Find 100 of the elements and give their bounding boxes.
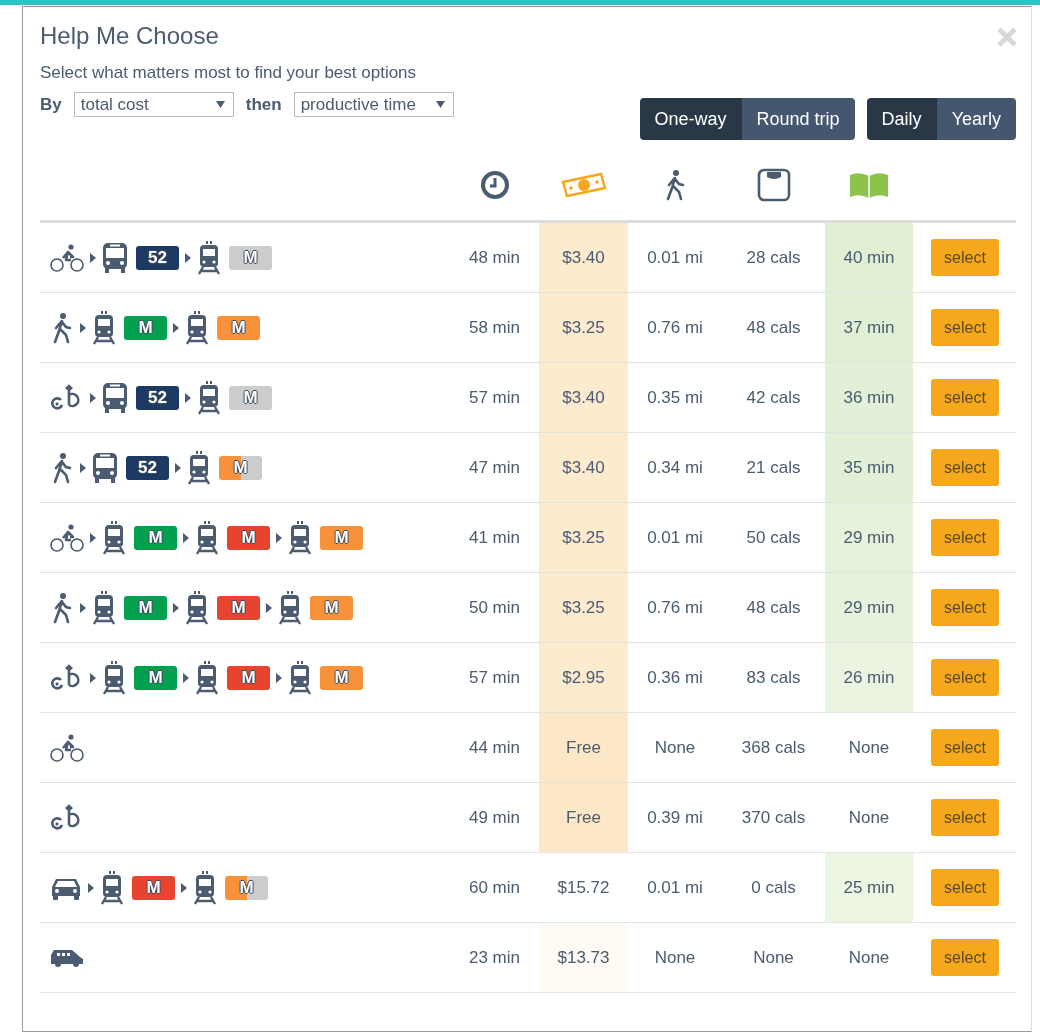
walk-distance-cell-text: 0.01 mi — [646, 246, 704, 269]
arrow-icon — [90, 672, 96, 683]
arrow-icon — [173, 602, 179, 613]
train-icon — [102, 660, 126, 695]
productive-time-cell: 26 min — [825, 643, 913, 712]
line-label: M — [333, 666, 350, 689]
line-label: M — [147, 526, 164, 549]
walk-distance-cell-text: 0.39 mi — [646, 806, 704, 829]
line-label: M — [145, 876, 162, 899]
arrow-icon — [266, 602, 272, 613]
cost-cell: Free — [539, 713, 628, 782]
select-button[interactable]: select — [931, 519, 999, 556]
arrow-icon — [175, 462, 181, 473]
line-label: 52 — [147, 246, 168, 269]
line-label: M — [242, 246, 259, 269]
sort-label: then — [245, 94, 282, 115]
duration-cell-text: 57 min — [468, 386, 521, 409]
close-icon[interactable] — [997, 27, 1017, 47]
duration-cell-text: 44 min — [468, 736, 521, 759]
calories-cell-text: 21 cals — [745, 456, 802, 479]
cost-cell: $3.25 — [539, 503, 628, 572]
line-label: M — [323, 596, 340, 619]
train-icon — [278, 590, 302, 625]
line-label: M — [333, 526, 350, 549]
line-label: M — [137, 316, 154, 339]
train-icon — [197, 380, 221, 415]
duration-cell-text: 23 min — [468, 946, 521, 969]
arrow-icon — [276, 532, 282, 543]
train-icon — [195, 660, 219, 695]
arrow-icon — [185, 252, 191, 263]
line-label: 52 — [137, 456, 158, 479]
productive-time-cell: 36 min — [825, 363, 913, 432]
bus-icon — [102, 381, 128, 414]
select-button[interactable]: select — [931, 449, 999, 486]
train-icon — [193, 870, 217, 905]
arrow-icon — [88, 882, 94, 893]
calories-cell-text: 28 cals — [745, 246, 802, 269]
select-button[interactable]: select — [931, 589, 999, 626]
select-button[interactable]: select — [931, 939, 999, 976]
trip-toggle-button[interactable]: Round trip — [741, 98, 855, 140]
walk-distance-cell-text: 0.34 mi — [646, 456, 704, 479]
train-icon — [102, 520, 126, 555]
select-button[interactable]: select — [931, 869, 999, 906]
productive-time-cell: 29 min — [825, 573, 913, 642]
sort-label: By — [40, 94, 62, 115]
calories-cell-text: 368 cals — [740, 736, 807, 759]
money-icon — [560, 172, 607, 198]
duration-cell-text: 60 min — [468, 876, 521, 899]
duration-cell-text: 48 min — [468, 246, 521, 269]
bus-icon — [102, 241, 128, 274]
arrow-icon — [90, 532, 96, 543]
train-icon — [197, 240, 221, 275]
arrow-icon — [90, 252, 96, 263]
walk-distance-cell-text: 0.01 mi — [646, 526, 704, 549]
cost-cell: $3.25 — [539, 293, 628, 362]
walk-distance-cell-text: None — [653, 946, 697, 969]
calories-cell-text: None — [752, 946, 795, 969]
arrow-icon — [276, 672, 282, 683]
line-label: 52 — [147, 386, 168, 409]
arrow-icon — [80, 602, 86, 613]
train-icon — [187, 450, 211, 485]
caret-icon — [435, 101, 445, 108]
walk-distance-cell-text: 0.76 mi — [646, 316, 704, 339]
cyclist-icon — [50, 242, 84, 273]
sort-dropdown[interactable]: total cost — [73, 92, 234, 117]
bus-icon — [92, 451, 118, 484]
train-icon — [185, 310, 209, 345]
line-label: M — [137, 596, 154, 619]
walk-distance-cell-text: None — [653, 736, 697, 759]
cost-cell: $2.95 — [539, 643, 628, 712]
select-button[interactable]: select — [931, 799, 999, 836]
duration-cell-text: 49 min — [468, 806, 521, 829]
productive-time-cell: 35 min — [825, 433, 913, 502]
dialog-subtitle: Select what matters most to find your best options — [40, 63, 418, 83]
calories-cell-text: 48 cals — [745, 596, 802, 619]
cost-cell: $3.25 — [539, 573, 628, 642]
select-button[interactable]: select — [931, 659, 999, 696]
select-button[interactable]: select — [931, 379, 999, 416]
select-button[interactable]: select — [931, 239, 999, 276]
period-toggle-button[interactable]: Yearly — [936, 98, 1016, 140]
period-toggle-button[interactable]: Daily — [866, 98, 937, 140]
select-button[interactable]: select — [931, 309, 999, 346]
scale-icon — [756, 168, 791, 202]
trip-toggle-button[interactable]: One-way — [639, 98, 742, 140]
select-button[interactable]: select — [931, 729, 999, 766]
sort-dropdown[interactable]: productive time — [293, 92, 454, 117]
train-icon — [195, 520, 219, 555]
calories-cell-text: 83 cals — [745, 666, 802, 689]
arrow-icon — [80, 322, 86, 333]
clock-icon — [479, 170, 510, 200]
productive-time-cell: 29 min — [825, 503, 913, 572]
dialog-title: Help Me Choose — [40, 22, 219, 50]
productive-time-cell: 25 min — [825, 853, 913, 922]
line-label: M — [240, 666, 257, 689]
walk-distance-cell-text: 0.76 mi — [646, 596, 704, 619]
open-book-icon — [849, 171, 889, 199]
cyclist-icon — [50, 732, 84, 763]
arrow-icon — [80, 462, 86, 473]
arrow-icon — [183, 532, 189, 543]
line-label: M — [147, 666, 164, 689]
